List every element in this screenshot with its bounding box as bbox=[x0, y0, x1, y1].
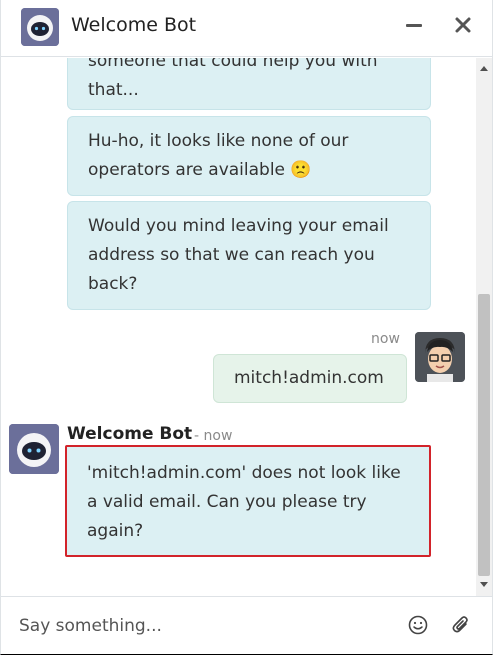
bot-message: someone that could help you with that... bbox=[67, 58, 431, 110]
user-avatar-icon bbox=[415, 332, 465, 382]
robot-icon bbox=[21, 8, 59, 46]
chat-window: Welcome Bot someone that could help you … bbox=[0, 0, 493, 655]
bot-avatar bbox=[21, 8, 59, 46]
scroll-down-arrow-icon[interactable] bbox=[480, 582, 488, 587]
message-line: again? bbox=[87, 521, 144, 541]
bot-message-highlighted: 'mitch!admin.com' does not look like a v… bbox=[65, 445, 431, 557]
message-line: address so that we can reach you bbox=[88, 245, 375, 265]
chat-header: Welcome Bot bbox=[1, 0, 492, 57]
message-line: that... bbox=[88, 80, 139, 100]
bot-message: Hu-ho, it looks like none of our operato… bbox=[67, 116, 431, 196]
scroll-up-arrow-icon[interactable] bbox=[480, 66, 488, 71]
user-avatar bbox=[415, 332, 465, 382]
emoji-button[interactable] bbox=[407, 614, 429, 636]
close-button[interactable] bbox=[451, 13, 475, 37]
bot-message-avatar bbox=[9, 424, 59, 474]
robot-icon bbox=[9, 424, 59, 474]
message-author: Welcome Bot bbox=[67, 424, 193, 444]
scroll-thumb[interactable] bbox=[478, 294, 490, 576]
message-line: back? bbox=[88, 274, 138, 294]
minimize-button[interactable] bbox=[403, 13, 427, 37]
message-thread[interactable]: someone that could help you with that...… bbox=[1, 58, 476, 596]
message-line: operators are available 🙁 bbox=[88, 160, 312, 180]
thread-scrollbar[interactable] bbox=[476, 58, 492, 596]
message-input[interactable] bbox=[19, 612, 379, 640]
message-line: Hu-ho, it looks like none of our bbox=[88, 131, 349, 151]
message-timestamp: now bbox=[371, 331, 400, 347]
message-line: someone that could help you with bbox=[88, 58, 378, 71]
message-line: 'mitch!admin.com' does not look like bbox=[87, 463, 401, 483]
message-line: Would you mind leaving your email bbox=[88, 216, 389, 236]
message-line: mitch!admin.com bbox=[234, 368, 384, 388]
bot-message: Would you mind leaving your email addres… bbox=[67, 201, 431, 310]
smiley-icon bbox=[408, 615, 428, 635]
paperclip-icon bbox=[452, 616, 468, 633]
chat-title: Welcome Bot bbox=[71, 14, 197, 36]
user-message: mitch!admin.com bbox=[213, 354, 407, 403]
attach-button[interactable] bbox=[450, 613, 472, 635]
message-line: a valid email. Can you please try bbox=[87, 492, 367, 512]
close-icon bbox=[455, 17, 471, 33]
message-timestamp: - now bbox=[194, 428, 233, 444]
composer bbox=[1, 596, 492, 654]
